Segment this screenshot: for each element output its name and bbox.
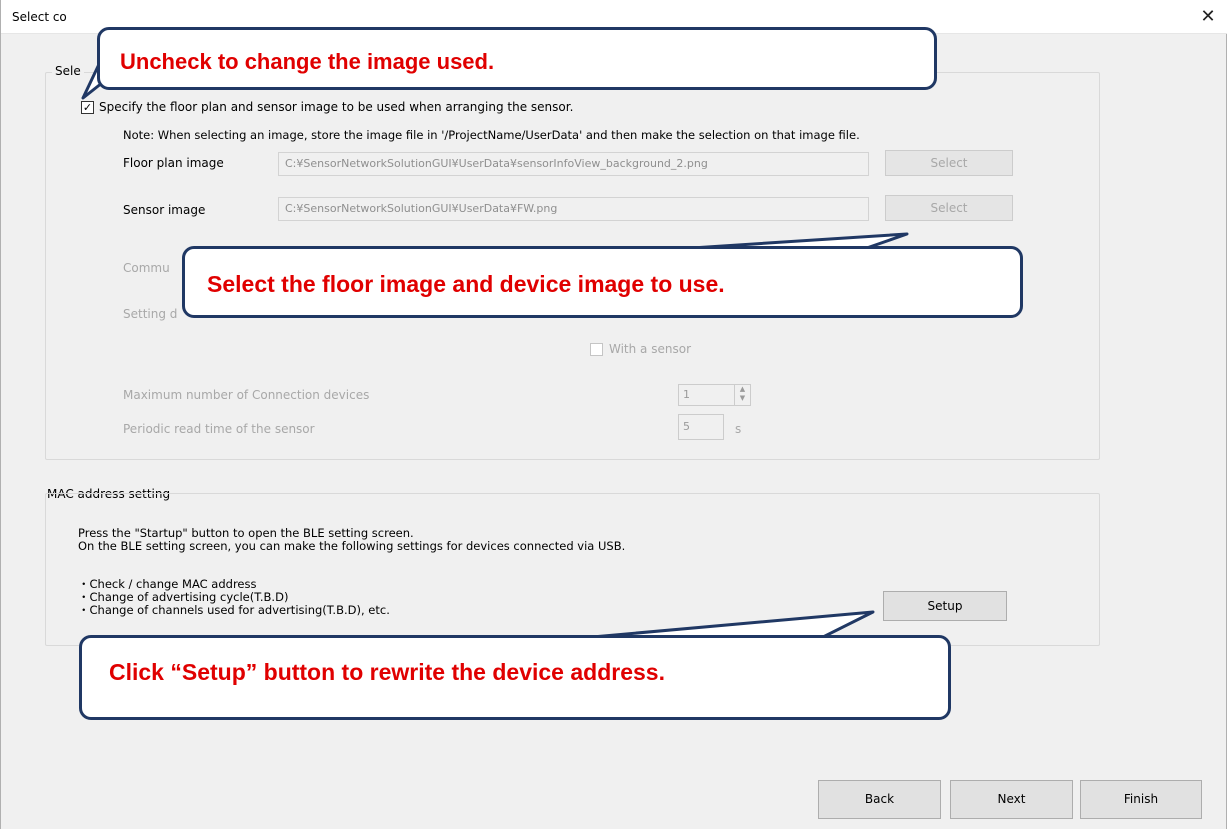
select-images-callout: Select the floor image and device image …: [182, 246, 1023, 318]
dialog-window: Select co ✕ Sele ✓ Specify the floor pla…: [0, 0, 1227, 829]
setup-button[interactable]: Setup: [883, 591, 1007, 621]
setup-callout: Click “Setup” button to rewrite the devi…: [79, 635, 951, 720]
communication-label: Commu: [123, 261, 170, 275]
mac-address-group: [45, 493, 1100, 646]
floor-plan-label: Floor plan image: [123, 156, 224, 170]
stepper-arrows-icon[interactable]: ▲ ▼: [734, 385, 750, 405]
floor-plan-path-field[interactable]: C:¥SensorNetworkSolutionGUI¥UserData¥sen…: [278, 152, 869, 176]
image-group-label: Sele: [52, 64, 84, 78]
specify-image-checkbox[interactable]: ✓: [81, 101, 94, 114]
sensor-image-path-field[interactable]: C:¥SensorNetworkSolutionGUI¥UserData¥FW.…: [278, 197, 869, 221]
finish-button[interactable]: Finish: [1080, 780, 1202, 819]
sensor-image-label: Sensor image: [123, 203, 206, 217]
specify-image-label: Specify the floor plan and sensor image …: [99, 100, 574, 114]
next-button[interactable]: Next: [950, 780, 1073, 819]
sensor-select-button[interactable]: Select: [885, 195, 1013, 221]
floor-select-button[interactable]: Select: [885, 150, 1013, 176]
window-title: Select co: [12, 10, 67, 24]
setting-device-type-label: Setting d: [123, 307, 178, 321]
mac-feature-list: ・Check / change MAC address ・Change of a…: [78, 577, 390, 617]
image-note: Note: When selecting an image, store the…: [123, 128, 860, 142]
periodic-read-value: 5: [683, 420, 690, 433]
with-sensor-checkbox[interactable]: [590, 343, 603, 356]
select-images-callout-text: Select the floor image and device image …: [207, 271, 725, 297]
setup-callout-text: Click “Setup” button to rewrite the devi…: [109, 659, 665, 685]
mac-description: Press the "Startup" button to open the B…: [78, 526, 626, 553]
periodic-read-label: Periodic read time of the sensor: [123, 422, 315, 436]
max-connection-stepper[interactable]: 1 ▲ ▼: [678, 384, 751, 406]
uncheck-callout: Uncheck to change the image used.: [97, 27, 937, 90]
uncheck-callout-text: Uncheck to change the image used.: [120, 49, 495, 74]
max-connection-value: 1: [683, 388, 690, 401]
periodic-read-input[interactable]: 5: [678, 414, 724, 440]
close-icon[interactable]: ✕: [1188, 0, 1227, 34]
back-button[interactable]: Back: [818, 780, 941, 819]
max-connection-label: Maximum number of Connection devices: [123, 388, 370, 402]
with-sensor-label: With a sensor: [609, 342, 691, 356]
periodic-unit-label: s: [735, 422, 742, 436]
